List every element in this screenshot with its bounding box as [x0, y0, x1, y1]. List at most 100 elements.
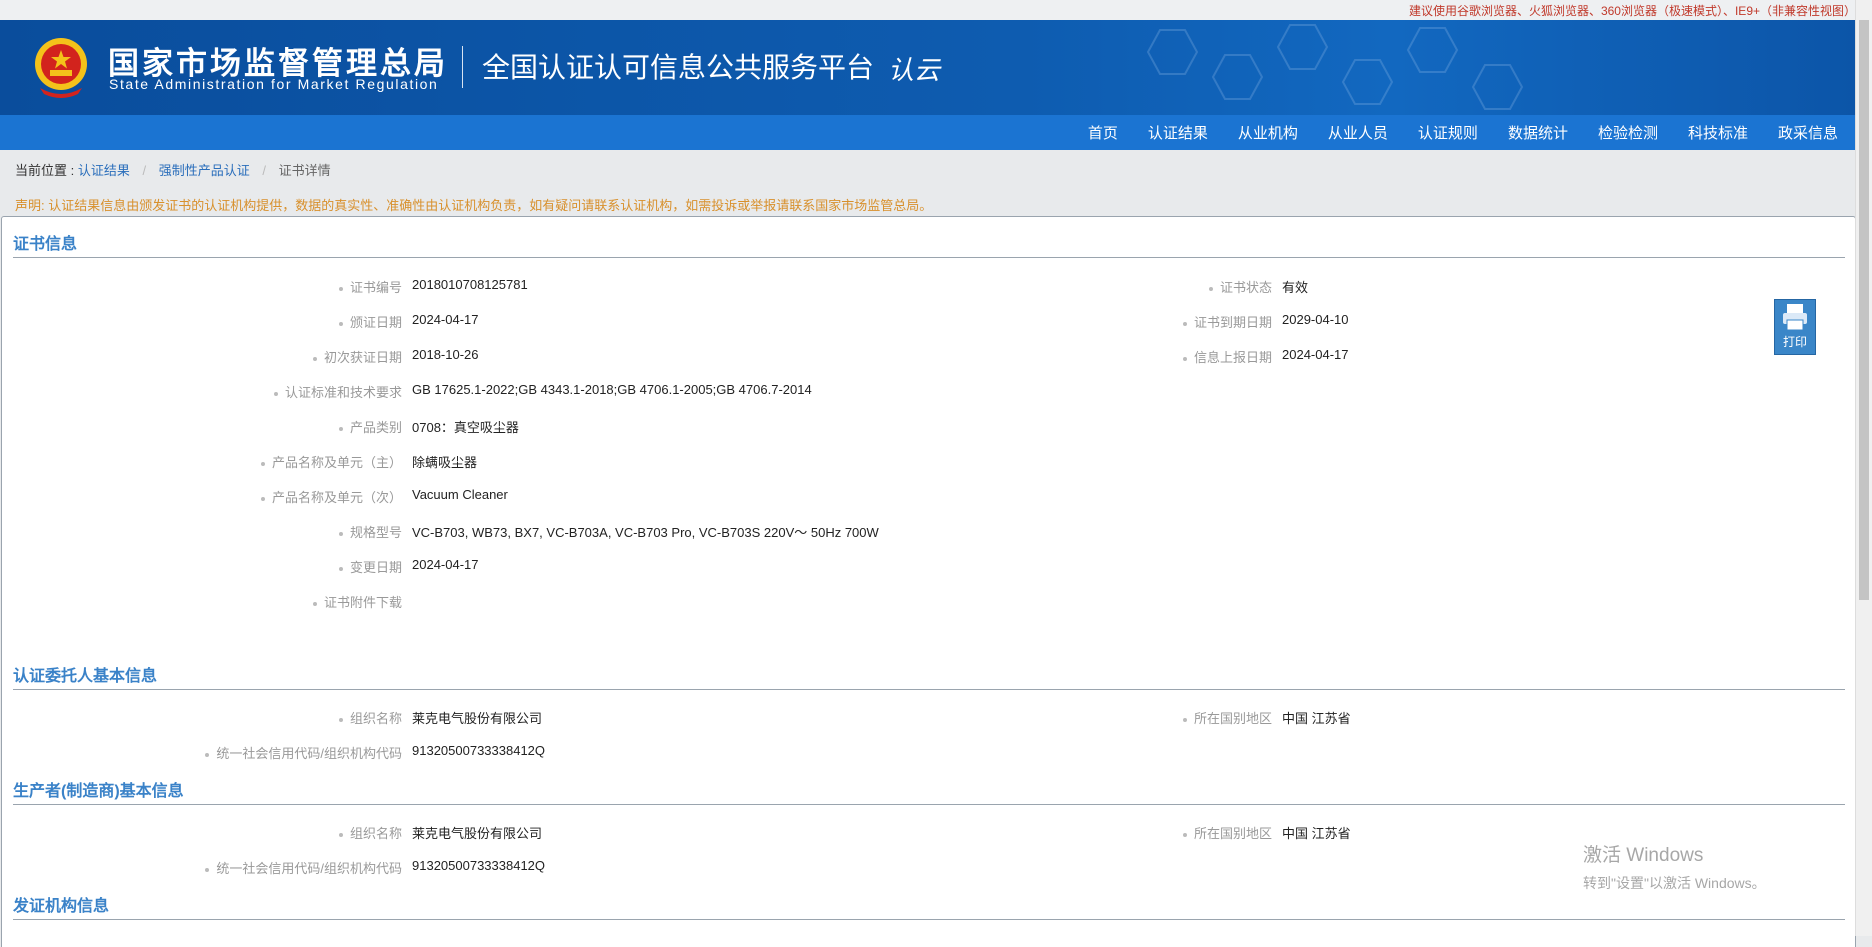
section-divider — [13, 919, 1845, 920]
client_info-region-value: 中国 江苏省 — [1282, 711, 1351, 726]
client_info-code-label: 统一社会信用代码/组织机构代码 — [205, 743, 402, 762]
print-button[interactable]: 打印 — [1774, 299, 1816, 355]
section-title-client: 认证委托人基本信息 — [13, 668, 158, 685]
bullet-icon — [1208, 286, 1213, 291]
bullet-icon — [338, 426, 343, 431]
nav-item-3[interactable]: 从业人员 — [1328, 122, 1388, 143]
cert-field-4-value: 0708：真空吸尘器 — [412, 420, 519, 435]
top-bar: 建议使用谷歌浏览器、火狐浏览器、360浏览器（极速模式）、IE9+（非兼容性视图… — [0, 0, 1872, 20]
cert-field-7-label-text: 规格型号 — [349, 525, 402, 540]
bullet-icon — [205, 867, 210, 872]
cert-status-field-2-label-text: 信息上报日期 — [1193, 350, 1272, 365]
breadcrumb-item-ccc[interactable]: 强制性产品认证 — [159, 163, 250, 178]
nav-item-4[interactable]: 认证规则 — [1418, 122, 1478, 143]
cert-field-9-label-text: 证书附件下载 — [323, 595, 402, 610]
bullet-icon — [338, 717, 343, 722]
breadcrumb: 当前位置 : 认证结果 / 强制性产品认证 / 证书详情 — [15, 160, 331, 179]
bullet-icon — [1182, 356, 1187, 361]
cert-field-6-label-text: 产品名称及单元（次） — [271, 490, 402, 505]
section-title-cert: 证书信息 — [13, 236, 78, 253]
producer_info-region-label-text: 所在国别地区 — [1193, 826, 1272, 841]
producer_info-region-value: 中国 江苏省 — [1282, 826, 1351, 841]
cert-field-1-value: 2024-04-17 — [412, 312, 479, 327]
client_info-region-label-text: 所在国别地区 — [1193, 711, 1272, 726]
bullet-icon — [312, 601, 317, 606]
platform-logo: 认云 — [888, 56, 941, 86]
producer_info-org-value: 莱克电气股份有限公司 — [412, 826, 543, 841]
scrollbar-thumb[interactable] — [1859, 20, 1869, 600]
disclaimer-notice: 声明: 认证结果信息由颁发证书的认证机构提供，数据的真实性、准确性由认证机构负责… — [15, 198, 933, 213]
section-divider — [13, 257, 1845, 258]
bullet-icon — [312, 356, 317, 361]
breadcrumb-separator: / — [142, 163, 147, 178]
client_info-code-value: 91320500733338412Q — [412, 743, 546, 758]
cert-field-0-label: 证书编号 — [338, 277, 402, 296]
cert-status-field-0-value: 有效 — [1282, 280, 1309, 295]
bullet-icon — [338, 286, 343, 291]
cert-status-field-2-label: 信息上报日期 — [1182, 347, 1272, 366]
producer_info-org-label-text: 组织名称 — [349, 826, 402, 841]
header-banner: 国家市场监督管理总局 State Administration for Mark… — [0, 20, 1856, 115]
vertical-scrollbar[interactable] — [1855, 0, 1872, 936]
platform-title: 全国认证认可信息公共服务平台 — [482, 51, 875, 84]
producer_info-code-label: 统一社会信用代码/组织机构代码 — [205, 858, 402, 877]
breadcrumb-item-results[interactable]: 认证结果 — [78, 163, 130, 178]
section-divider — [13, 689, 1845, 690]
section-title-issuer: 发证机构信息 — [13, 898, 110, 915]
client_info-org-label: 组织名称 — [338, 708, 402, 727]
cert-field-5-label: 产品名称及单元（主） — [260, 452, 402, 471]
cert-field-4-label: 产品类别 — [338, 417, 402, 436]
cert-status-field-2-value: 2024-04-17 — [1282, 347, 1349, 362]
bullet-icon — [1182, 717, 1187, 722]
client_info-code-label-text: 统一社会信用代码/组织机构代码 — [216, 746, 402, 761]
cert-field-0-value: 2018010708125781 — [412, 277, 528, 292]
cert-field-3-label-text: 认证标准和技术要求 — [284, 385, 402, 400]
nav-item-5[interactable]: 数据统计 — [1508, 122, 1568, 143]
bullet-icon — [273, 391, 278, 396]
cert-field-3-value: GB 17625.1-2022;GB 4343.1-2018;GB 4706.1… — [412, 382, 812, 397]
windows-activation-watermark: 激活 Windows 转到"设置"以激活 Windows。 — [1583, 840, 1766, 893]
cert-field-3-label: 认证标准和技术要求 — [273, 382, 402, 401]
cert-field-2-label: 初次获证日期 — [312, 347, 402, 366]
nav-item-0[interactable]: 首页 — [1088, 122, 1118, 143]
cert-field-5-value: 除螨吸尘器 — [412, 455, 478, 470]
cert-field-4-label-text: 产品类别 — [349, 420, 402, 435]
national-emblem-icon — [35, 38, 87, 98]
client_info-region-label: 所在国别地区 — [1182, 708, 1272, 727]
section-divider — [13, 804, 1845, 805]
cert-status-field-0-label-text: 证书状态 — [1219, 280, 1272, 295]
bullet-icon — [260, 496, 265, 501]
nav-item-7[interactable]: 科技标准 — [1688, 122, 1748, 143]
cert-field-0-label-text: 证书编号 — [349, 280, 402, 295]
client_info-org-label-text: 组织名称 — [349, 711, 402, 726]
watermark-line2: 转到"设置"以激活 Windows。 — [1583, 875, 1766, 891]
cert-status-field-1-value: 2029-04-10 — [1282, 312, 1349, 327]
cert-field-8-label-text: 变更日期 — [349, 560, 402, 575]
nav-item-6[interactable]: 检验检测 — [1598, 122, 1658, 143]
client_info-org-value: 莱克电气股份有限公司 — [412, 711, 543, 726]
bullet-icon — [338, 531, 343, 536]
producer_info-code-label-text: 统一社会信用代码/组织机构代码 — [216, 861, 402, 876]
producer_info-org-label: 组织名称 — [338, 823, 402, 842]
section-title-producer: 生产者(制造商)基本信息 — [13, 783, 184, 800]
nav-item-2[interactable]: 从业机构 — [1238, 122, 1298, 143]
breadcrumb-separator: / — [262, 163, 267, 178]
cert-field-1-label-text: 颁证日期 — [349, 315, 402, 330]
cert-field-1-label: 颁证日期 — [338, 312, 402, 331]
printer-icon — [1783, 304, 1807, 331]
main-nav: 首页 认证结果 从业机构 从业人员 认证规则 数据统计 检验检测 科技标准 政采信息 — [0, 115, 1856, 150]
cert-field-9-label: 证书附件下载 — [312, 592, 402, 611]
bullet-icon — [338, 321, 343, 326]
org-name-en: State Administration for Market Regulati… — [109, 76, 439, 92]
cert-field-2-value: 2018-10-26 — [412, 347, 479, 362]
cert-field-7-value: VC-B703, WB73, BX7, VC-B703A, VC-B703 Pr… — [412, 525, 879, 540]
cert-status-field-1-label-text: 证书到期日期 — [1193, 315, 1272, 330]
bullet-icon — [1182, 832, 1187, 837]
nav-item-8[interactable]: 政采信息 — [1778, 122, 1838, 143]
cert-field-8-label: 变更日期 — [338, 557, 402, 576]
nav-item-1[interactable]: 认证结果 — [1148, 122, 1208, 143]
print-label: 打印 — [1782, 335, 1807, 349]
browser-tip: 建议使用谷歌浏览器、火狐浏览器、360浏览器（极速模式）、IE9+（非兼容性视图… — [1408, 4, 1856, 18]
producer_info-code-value: 91320500733338412Q — [412, 858, 546, 873]
cert-field-6-label: 产品名称及单元（次） — [260, 487, 402, 506]
